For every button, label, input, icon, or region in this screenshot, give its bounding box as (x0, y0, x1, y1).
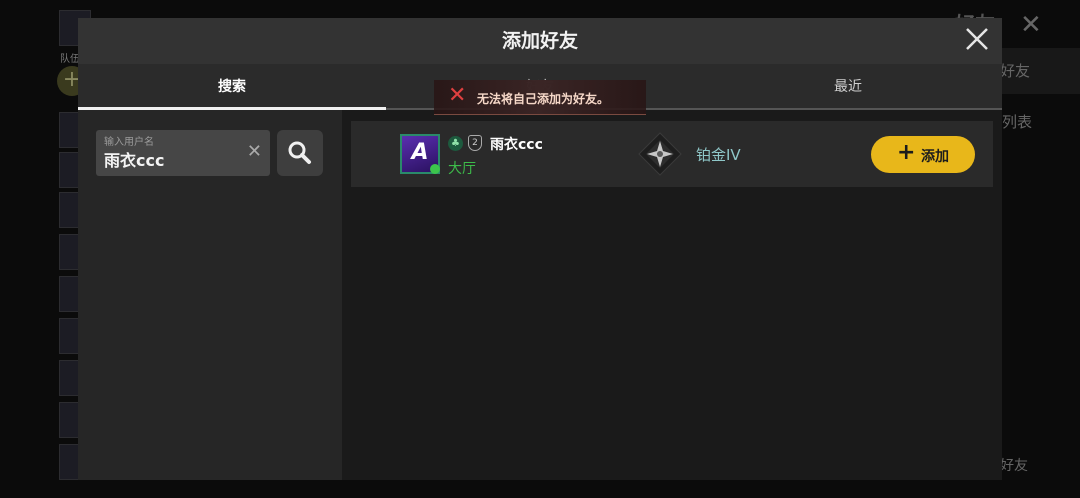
search-value: 雨衣ccc (104, 151, 165, 170)
online-status-icon (430, 164, 440, 174)
add-friend-button[interactable]: + 添加 (871, 136, 975, 173)
level-badge-icon: 2 (468, 135, 482, 151)
player-status: 大厅 (448, 161, 476, 177)
dialog-header: 添加好友 (78, 18, 1002, 64)
close-icon[interactable] (962, 26, 992, 56)
background-tab: 好友 (1000, 48, 1080, 94)
plus-icon: + (897, 140, 916, 165)
add-friend-label: 添加 (921, 149, 949, 165)
background-list-label: 列表 (1002, 113, 1033, 131)
team-label: 队伍 (60, 54, 80, 65)
search-icon (288, 141, 311, 164)
tab-search[interactable]: 搜索 (78, 64, 386, 110)
error-x-icon: ✕ (448, 83, 467, 108)
player-name: 雨衣ccc (490, 137, 543, 153)
clear-icon[interactable]: ✕ (247, 143, 262, 161)
search-panel: 输入用户名 雨衣ccc ✕ (78, 110, 342, 480)
leaf-badge-icon: ♣ (448, 136, 463, 151)
dialog-title: 添加好友 (501, 30, 578, 52)
background-close-icon: ✕ (1020, 10, 1042, 40)
results-panel: A ♣ 2 雨衣ccc 大厅 铂金IV + 添加 (342, 110, 1002, 480)
search-placeholder: 输入用户名 (104, 137, 154, 148)
rank-label: 铂金IV (696, 146, 741, 164)
toast-message: 无法将自己添加为好友。 (477, 92, 610, 106)
platinum-rank-icon (635, 131, 685, 177)
search-button[interactable] (277, 130, 323, 176)
background-add-friend-label: 好友 (1000, 458, 1028, 474)
error-toast: ✕ 无法将自己添加为好友。 (434, 80, 646, 115)
search-input[interactable]: 输入用户名 雨衣ccc ✕ (96, 130, 270, 176)
tab-recent[interactable]: 最近 (694, 64, 1002, 110)
search-result-row: A ♣ 2 雨衣ccc 大厅 铂金IV + 添加 (351, 121, 993, 187)
